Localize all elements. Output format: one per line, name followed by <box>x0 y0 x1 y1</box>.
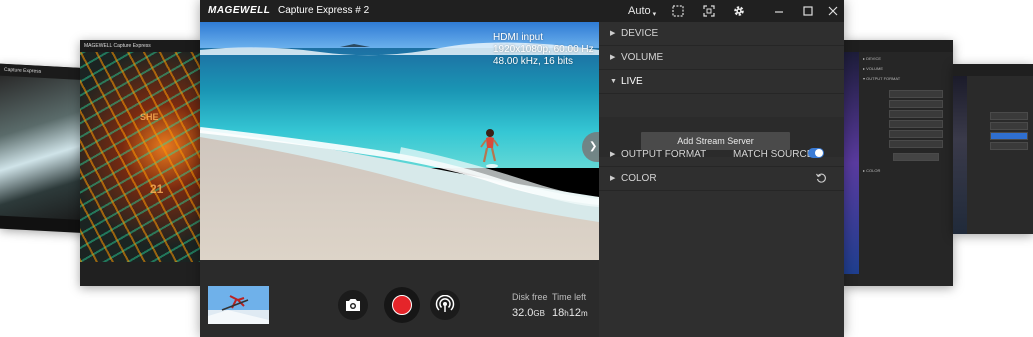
section-label: COLOR <box>621 173 657 184</box>
signal-line: 1920x1080p, 60.00 Hz <box>493 44 594 55</box>
background-window-footer <box>80 262 202 286</box>
close-icon[interactable] <box>826 4 840 18</box>
stream-button[interactable] <box>430 290 460 320</box>
background-window-left-small: Capture Express <box>0 63 90 234</box>
camera-icon <box>346 299 360 311</box>
signal-line: HDMI input <box>493 32 544 43</box>
time-left-value: 18h12m <box>552 307 588 319</box>
settings-panel: ▶ DEVICE ▶ VOLUME ▼ LIVE Add Stream Serv… <box>599 22 844 337</box>
chevron-left-icon: ❯ <box>589 141 598 152</box>
maximize-icon[interactable] <box>801 4 815 18</box>
background-window-title: MAGEWELL Capture Express <box>80 40 202 52</box>
snapshot-button[interactable] <box>338 290 368 320</box>
section-live[interactable]: ▼ LIVE <box>599 70 844 94</box>
chevron-right-icon: ▶ <box>610 30 616 37</box>
disk-free-value: 32.0GB <box>512 307 545 319</box>
brand-logo: MAGEWELL <box>208 5 271 16</box>
minimize-icon[interactable] <box>772 4 786 18</box>
fullscreen-icon[interactable] <box>702 4 716 18</box>
section-volume[interactable]: ▶ VOLUME <box>599 46 844 70</box>
background-window-right: ▸ DEVICE ▸ VOLUME ▾ OUTPUT FORMAT ▸ COLO… <box>843 40 953 286</box>
control-bar: Disk free 32.0GB Time left 18h12m <box>200 260 599 337</box>
section-output-format[interactable]: ▶ OUTPUT FORMAT MATCH SOURCE <box>599 143 844 167</box>
recording-thumbnail[interactable] <box>208 286 269 324</box>
video-preview[interactable]: HDMI input 1920x1080p, 60.00 Hz 48.00 kH… <box>200 22 599 260</box>
match-source-toggle[interactable] <box>808 148 824 158</box>
signal-line: 48.00 kHz, 16 bits <box>493 56 574 67</box>
background-window-left: MAGEWELL Capture Express 21 SHE <box>80 40 202 286</box>
disk-free-label: Disk free <box>512 292 548 302</box>
background-window-preview <box>0 75 90 221</box>
match-source-label: MATCH SOURCE <box>733 149 814 160</box>
title-bar: MAGEWELL Capture Express # 2 Auto ▾ <box>200 0 844 22</box>
section-label: OUTPUT FORMAT <box>621 149 707 160</box>
fullscreen-window-icon[interactable] <box>671 4 685 18</box>
section-color[interactable]: ▶ COLOR <box>599 167 844 191</box>
record-icon <box>392 295 412 315</box>
background-window-far-right <box>953 64 1033 234</box>
broadcast-icon <box>435 295 455 312</box>
chevron-down-icon: ▼ <box>610 78 617 85</box>
reset-icon[interactable] <box>815 172 827 184</box>
background-window-preview: 21 SHE <box>80 52 202 262</box>
chevron-right-icon: ▶ <box>610 175 616 182</box>
section-device[interactable]: ▶ DEVICE <box>599 22 844 46</box>
chevron-right-icon: ▶ <box>610 151 616 158</box>
window-title: Capture Express # 2 <box>278 5 370 16</box>
section-label: DEVICE <box>621 28 659 39</box>
chevron-right-icon: ▶ <box>610 54 616 61</box>
record-button[interactable] <box>384 287 420 323</box>
section-label: LIVE <box>621 76 643 87</box>
time-left-label: Time left <box>552 292 587 302</box>
signal-info: HDMI input 1920x1080p, 60.00 Hz 48.00 kH… <box>493 32 594 68</box>
gear-icon[interactable] <box>732 4 746 18</box>
main-window: MAGEWELL Capture Express # 2 Auto ▾ HDMI… <box>200 0 844 337</box>
quality-value: Auto <box>628 5 651 17</box>
quality-dropdown[interactable]: Auto ▾ <box>628 4 656 22</box>
section-label: VOLUME <box>621 52 664 63</box>
chevron-down-icon: ▾ <box>652 11 657 18</box>
